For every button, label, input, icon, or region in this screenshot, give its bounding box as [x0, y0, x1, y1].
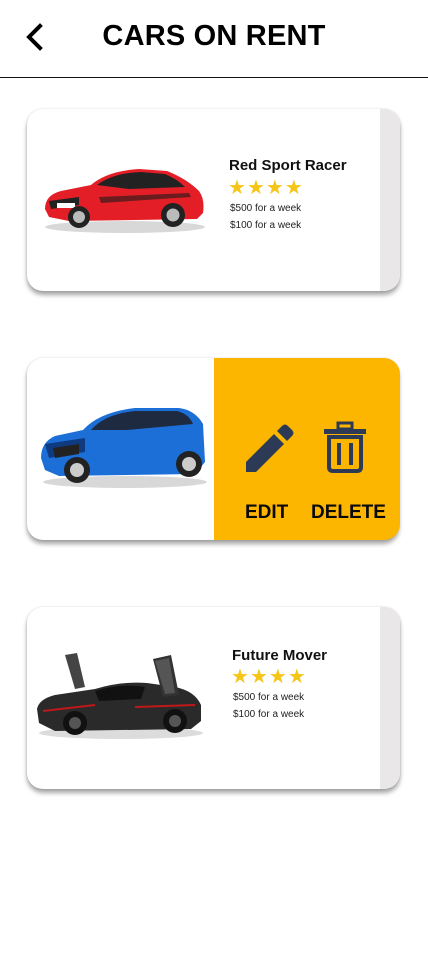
star-icon: ★ — [268, 666, 287, 688]
rating-stars: ★ ★ ★ ★ — [228, 178, 303, 198]
star-icon: ★ — [287, 666, 306, 688]
star-icon: ★ — [284, 177, 303, 199]
star-icon: ★ — [231, 666, 249, 688]
price-day: $100 for a week — [230, 220, 302, 231]
card-side-strip — [380, 607, 400, 789]
delete-label: DELETE — [311, 502, 386, 523]
car-image — [45, 169, 205, 233]
car-name: Future Mover — [232, 647, 328, 664]
price-day: $100 for a week — [233, 709, 305, 720]
app-header: CARS ON RENT — [0, 0, 428, 80]
car-card-red-sport-racer[interactable]: Red Sport Racer ★ ★ ★ ★ $500 for a week … — [27, 109, 400, 291]
header-divider — [0, 77, 428, 78]
rating-stars: ★ ★ ★ ★ — [231, 667, 306, 687]
price-week: $500 for a week — [230, 203, 302, 214]
star-icon: ★ — [249, 666, 268, 688]
star-icon: ★ — [246, 177, 265, 199]
star-icon: ★ — [228, 177, 246, 199]
pencil-icon — [246, 424, 294, 472]
page-title: CARS ON RENT — [102, 20, 326, 52]
star-icon: ★ — [265, 177, 284, 199]
car-card-future-mover[interactable]: Future Mover ★ ★ ★ ★ $500 for a week $10… — [27, 607, 400, 789]
edit-label: EDIT — [245, 502, 289, 523]
car-image — [41, 408, 207, 488]
swipe-actions-panel: EDIT DELETE — [214, 358, 400, 540]
trash-icon — [324, 421, 366, 473]
car-name: Red Sport Racer — [229, 157, 347, 174]
car-image — [37, 653, 203, 739]
delete-button[interactable]: DELETE — [306, 358, 400, 540]
card-side-strip — [380, 109, 400, 291]
price-week: $500 for a week — [233, 692, 305, 703]
edit-button[interactable]: EDIT — [214, 358, 318, 540]
